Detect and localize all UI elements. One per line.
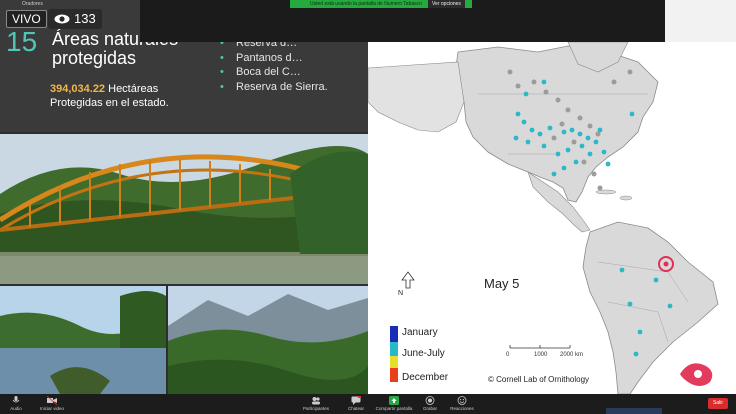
legend-january: January [402,327,438,338]
bridge-photo [0,134,368,284]
eye-icon [54,14,70,24]
legend-color-bar [390,326,398,382]
chat-icon [351,396,361,405]
list-item: • Pantanos d… [220,51,303,64]
river-photo [0,286,166,394]
legend-june-july: June-July [402,348,445,359]
mountain-photo [168,286,368,394]
video-button[interactable]: Iniciar video [30,395,74,414]
participants-icon [312,397,320,405]
bullet-icon: • [220,80,224,93]
map-date: May 5 [484,276,520,291]
slide-number: 15 [6,26,38,57]
presenter-name: Oradores [22,1,43,7]
scale-label-2000: 2000 km [560,352,584,358]
americas-map [368,42,719,394]
mic-icon [12,396,20,403]
leave-button[interactable]: Salir [708,398,728,409]
migration-map: May 5 N January June-July December 0 100… [368,42,736,394]
list-item: • Reserva de Sierra. [220,80,328,93]
reserve-list: • Reserva d… • Pantanos d… • Boca del C… • R… [220,36,328,94]
record-icon [425,396,435,405]
presentation-slide: 15 Áreas naturales protegidas 394,034.22… [0,0,368,394]
bullet-icon: • [220,51,224,64]
hectares-unit: Hectáreas [108,83,159,95]
cornell-logo-icon [680,363,713,386]
scale-label-0: 0 [506,352,510,358]
hectares-value: 394,034.22 [50,83,106,95]
window-chip [606,408,662,414]
north-label: N [398,290,404,297]
share-screen-icon [389,396,399,405]
view-options-button[interactable]: Ver opciones [428,0,465,8]
map-top-corner [665,0,736,42]
map-credit: © Cornell Lab of Ornithology [488,375,590,384]
scale-label-1000: 1000 [534,352,548,358]
live-badge: VIVO [6,10,47,28]
north-arrow-icon [401,271,415,289]
viewer-count: 133 [48,9,102,29]
hectares-line2: Protegidas en el estado. [50,97,169,109]
reactions-icon [457,396,467,405]
scale-bar [509,345,571,349]
video-icon [47,396,57,405]
list-item: • Boca del C… [220,66,301,78]
bullet-icon: • [220,66,224,78]
legend-december: December [402,372,449,383]
reactions-button[interactable]: Reacciones [440,395,484,414]
participants-button[interactable]: Participantes [294,395,338,414]
hectares-text: 394,034.22 Hectáreas Protegidas en el es… [50,82,169,110]
